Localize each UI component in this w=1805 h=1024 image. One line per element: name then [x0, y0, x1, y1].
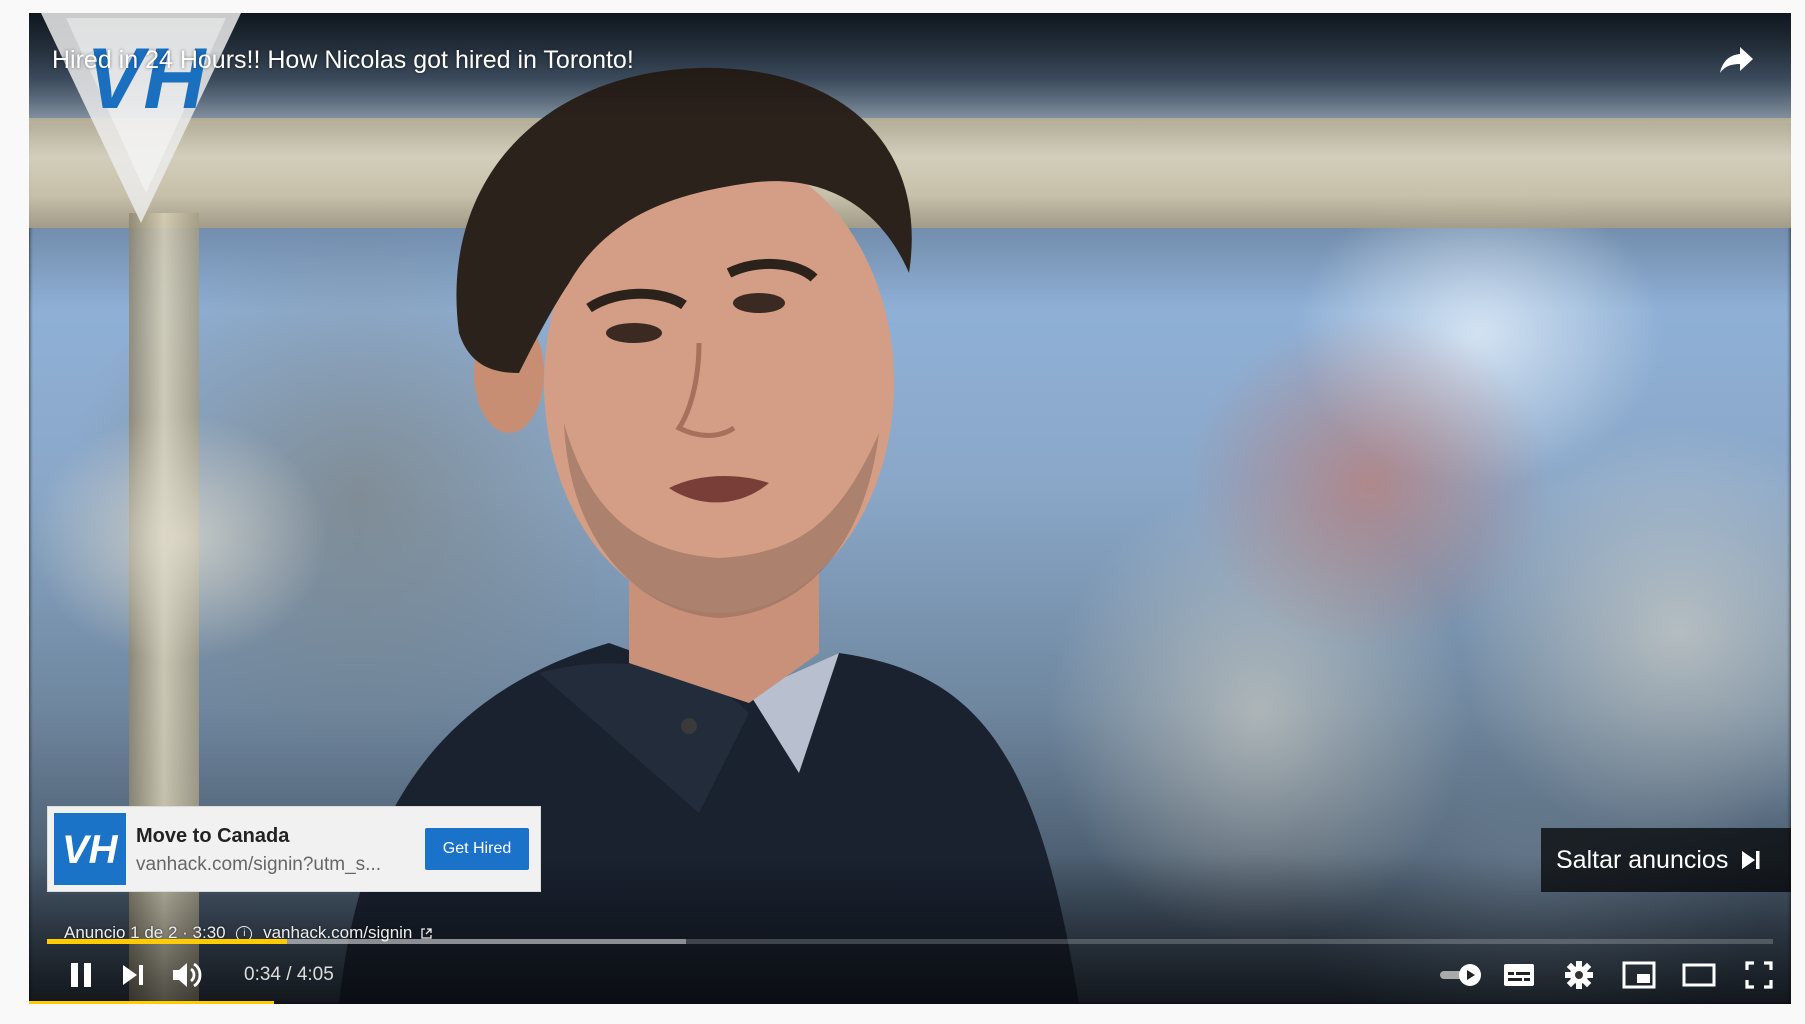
- volume-icon[interactable]: [166, 953, 210, 997]
- video-player[interactable]: VH Hired in 24 Hours!! How Nicolas got h…: [29, 13, 1791, 1004]
- subtitles-icon[interactable]: [1497, 953, 1541, 997]
- theater-mode-icon[interactable]: [1677, 953, 1721, 997]
- ad-headline[interactable]: Move to Canada: [136, 825, 289, 848]
- ad-overlay-card[interactable]: VH Move to Canada vanhack.com/signin?utm…: [47, 806, 541, 892]
- mini-progress-strip: [29, 1001, 274, 1004]
- player-controls: 0:34 / 4:05: [29, 953, 1791, 1003]
- ad-url[interactable]: vanhack.com/signin?utm_s...: [136, 854, 381, 876]
- next-icon[interactable]: [111, 953, 155, 997]
- time-display: 0:34 / 4:05: [244, 964, 334, 985]
- progress-bar[interactable]: [47, 939, 1773, 944]
- skip-ad-button[interactable]: Saltar anuncios: [1541, 828, 1791, 892]
- advertiser-logo[interactable]: VH: [54, 813, 126, 885]
- external-link-icon[interactable]: [421, 928, 432, 939]
- pause-icon[interactable]: [59, 953, 103, 997]
- get-hired-button[interactable]: Get Hired: [425, 828, 529, 870]
- skip-ad-label: Saltar anuncios: [1556, 845, 1729, 874]
- svg-text:VH: VH: [62, 828, 119, 872]
- progress-played: [47, 939, 287, 944]
- skip-next-icon: [1742, 851, 1760, 869]
- settings-icon[interactable]: [1557, 953, 1601, 997]
- autoplay-toggle-icon[interactable]: [1436, 953, 1486, 997]
- share-icon[interactable]: [1719, 43, 1755, 75]
- miniplayer-icon[interactable]: [1617, 953, 1661, 997]
- video-title[interactable]: Hired in 24 Hours!! How Nicolas got hire…: [52, 46, 634, 75]
- fullscreen-icon[interactable]: [1737, 953, 1781, 997]
